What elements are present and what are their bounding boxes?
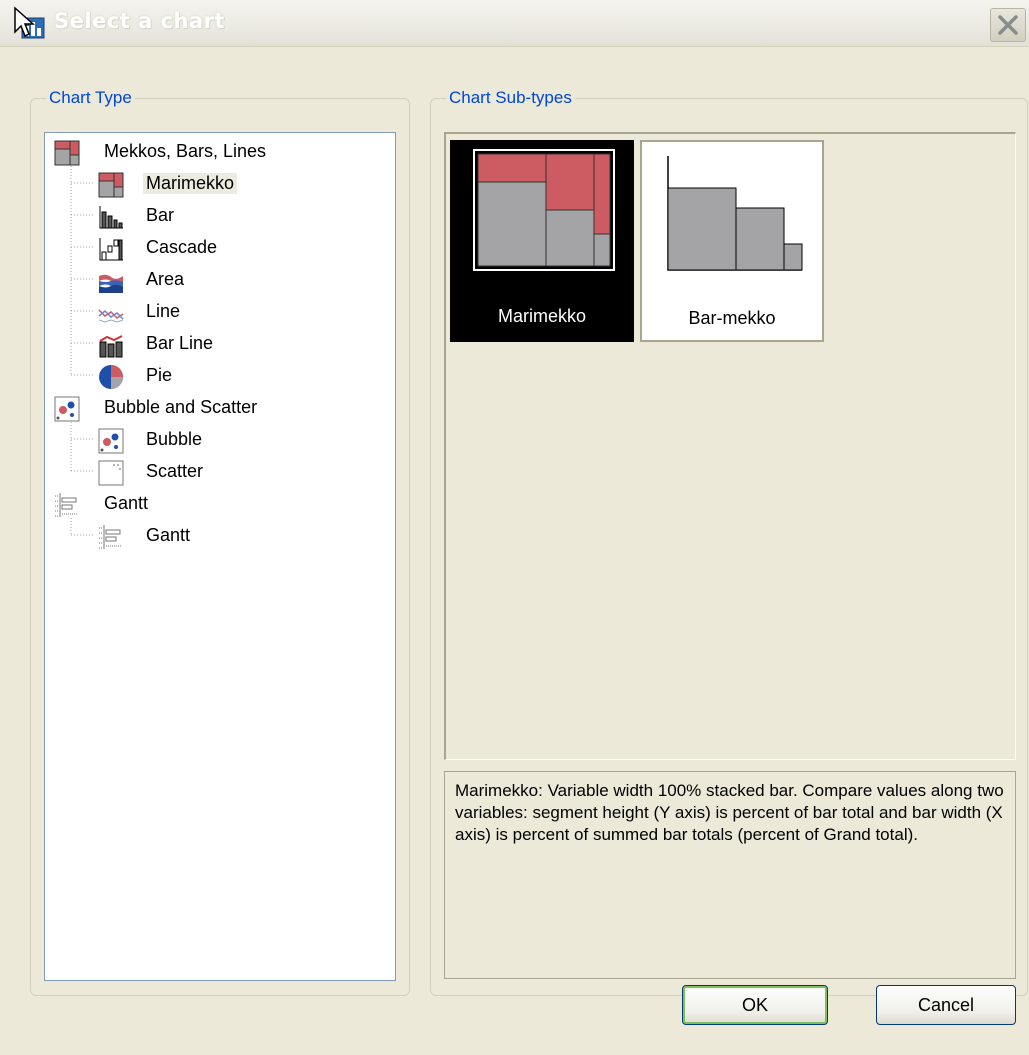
marimekko-preview xyxy=(473,149,615,271)
tree-item-label: Marimekko xyxy=(143,173,238,194)
tree-item-label: Scatter xyxy=(146,461,204,481)
chart-subtypes-list: Marimekko Bar-mekko xyxy=(444,132,1016,760)
window-title: Select a chart xyxy=(54,9,226,33)
title-bar: Select a chart xyxy=(0,0,1029,47)
subtype-description: Marimekko: Variable width 100% stacked b… xyxy=(444,771,1016,979)
cancel-button[interactable]: Cancel xyxy=(876,985,1016,1025)
marimekko-icon xyxy=(98,172,124,198)
tree-item-pie[interactable]: Pie xyxy=(45,361,395,391)
tree-item-scatter[interactable]: Scatter xyxy=(45,457,395,487)
tree-item-label: Area xyxy=(146,269,185,289)
tree-item-label: Bubble xyxy=(146,429,203,449)
subtype-marimekko[interactable]: Marimekko xyxy=(450,140,634,342)
tree-item-bubble-and-scatter[interactable]: Bubble and Scatter xyxy=(45,393,395,423)
tree-item-label: Bar xyxy=(146,205,175,225)
bar-chart-icon xyxy=(99,206,123,229)
bar-mekko-preview xyxy=(667,156,803,271)
tree-item-label: Cascade xyxy=(146,237,218,257)
ok-button[interactable]: OK xyxy=(682,985,828,1025)
bubble-icon xyxy=(98,428,124,454)
chart-type-legend: Chart Type xyxy=(46,88,135,108)
area-chart-icon xyxy=(99,274,123,293)
mekko-icon xyxy=(54,140,80,166)
tree-item-label: Pie xyxy=(146,365,173,385)
scatter-icon xyxy=(98,460,124,486)
pie-chart-icon xyxy=(99,365,123,389)
chart-subtypes-legend: Chart Sub-types xyxy=(446,88,575,108)
tree-item-bubble[interactable]: Bubble xyxy=(45,425,395,455)
bar-line-icon xyxy=(99,335,123,358)
tree-item-gantt[interactable]: Gantt xyxy=(45,521,395,551)
tree-item-bar-line[interactable]: Bar Line xyxy=(45,329,395,359)
tree-item-label: Gantt xyxy=(104,493,149,513)
bubble-icon xyxy=(54,396,80,422)
tree-item-label: Mekkos, Bars, Lines xyxy=(104,141,267,161)
tree-item-line[interactable]: Line xyxy=(45,297,395,327)
chart-type-tree[interactable]: Mekkos, Bars, Lines Marimekko Bar Cascad… xyxy=(44,132,396,981)
tree-item-label: Bar Line xyxy=(146,333,214,353)
subtype-label: Marimekko xyxy=(497,306,586,326)
tree-item-marimekko[interactable]: Marimekko xyxy=(45,169,395,199)
tree-item-label: Bubble and Scatter xyxy=(104,397,258,417)
tree-item-label: Line xyxy=(146,301,181,321)
tree-item-bar[interactable]: Bar xyxy=(45,201,395,231)
gantt-icon xyxy=(99,525,122,549)
tree-item-mekkos-bars-lines[interactable]: Mekkos, Bars, Lines xyxy=(45,137,395,167)
chart-cursor-icon xyxy=(14,6,45,39)
tree-item-cascade[interactable]: Cascade xyxy=(45,233,395,263)
tree-item-gantt-group[interactable]: Gantt xyxy=(45,489,395,519)
close-button[interactable] xyxy=(990,8,1026,42)
subtype-bar-mekko[interactable]: Bar-mekko xyxy=(640,140,824,342)
cascade-icon xyxy=(99,238,123,261)
tree-item-area[interactable]: Area xyxy=(45,265,395,295)
subtype-label: Bar-mekko xyxy=(688,308,776,328)
close-icon xyxy=(998,15,1018,35)
line-chart-icon xyxy=(98,309,124,323)
tree-item-label: Gantt xyxy=(146,525,191,545)
gantt-icon xyxy=(55,493,78,517)
